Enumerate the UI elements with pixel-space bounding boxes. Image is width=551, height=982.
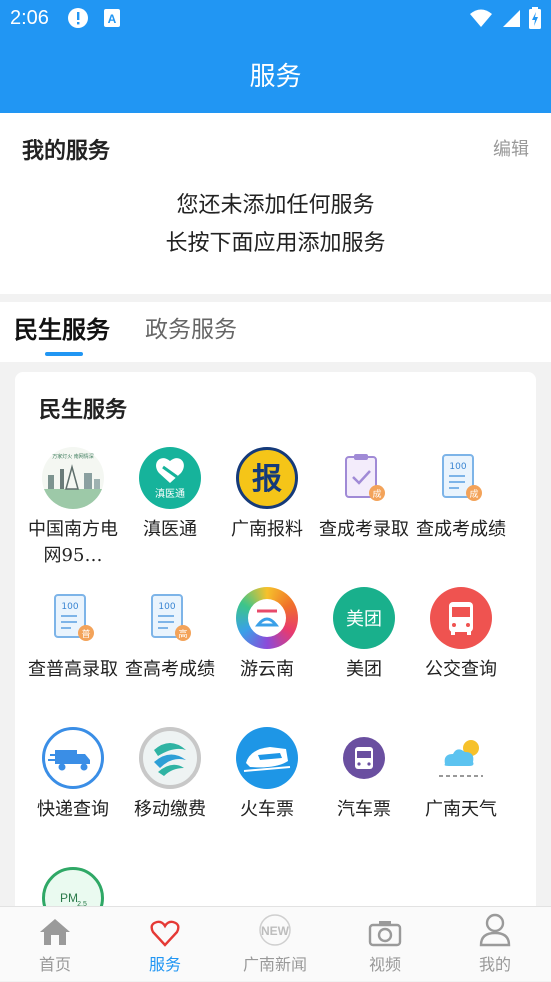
service-item[interactable]: 汽车票 (316, 727, 412, 823)
my-services-title: 我的服务 (22, 139, 111, 164)
nav-label: 视频 (368, 955, 401, 974)
edit-button[interactable]: 编辑 (493, 135, 529, 161)
nav-services[interactable]: 服务 (110, 907, 220, 982)
coach-bus-icon (333, 727, 395, 789)
user-icon (479, 913, 511, 947)
svg-text:PM: PM (60, 891, 78, 905)
app-header: 服务 (0, 36, 551, 113)
bao-icon: 报 (236, 447, 298, 509)
svg-text:NEW: NEW (261, 924, 290, 938)
service-label: 火车票 (240, 799, 294, 820)
nav-label: 首页 (38, 955, 71, 974)
service-item[interactable]: 报 广南报料 (219, 447, 315, 543)
score-sheet-icon: 100 成 (430, 447, 492, 509)
svg-text:普: 普 (81, 628, 90, 640)
svg-text:A: A (108, 12, 117, 26)
you-yunnan-icon (236, 587, 298, 649)
bus-icon (430, 587, 492, 649)
service-tabs: 民生服务 政务服务 (0, 302, 551, 362)
svg-text:100: 100 (449, 462, 466, 472)
delivery-truck-icon (42, 727, 104, 789)
status-time: 2:06 (10, 6, 49, 29)
service-label: 查高考成绩 (125, 659, 215, 680)
service-item[interactable]: 移动缴费 (122, 727, 218, 823)
dian-yi-tong-icon: 滇医通 (139, 447, 201, 509)
nav-mine[interactable]: 我的 (440, 907, 550, 982)
meituan-icon: 美团 (333, 587, 395, 649)
service-item[interactable]: 100 成 查成考成绩 (413, 447, 509, 543)
nav-news[interactable]: NEW 广南新闻 (220, 907, 330, 982)
service-label: 美团 (346, 659, 382, 680)
service-label: 滇医通 (143, 519, 197, 540)
tab-minsheng[interactable]: 民生服务 (14, 310, 110, 345)
nav-video[interactable]: 视频 (330, 907, 440, 982)
service-label: 查普高录取 (28, 659, 118, 680)
camera-icon (368, 921, 402, 947)
service-item[interactable]: 广南天气 (413, 727, 509, 823)
signal-icon (503, 10, 520, 27)
service-item[interactable]: 100 普 查普高录取 (25, 587, 121, 683)
alert-icon (67, 8, 88, 28)
section-title: 民生服务 (39, 398, 128, 423)
nav-home[interactable]: 首页 (0, 907, 110, 982)
service-label: 移动缴费 (134, 799, 206, 820)
service-label: 广南报料 (231, 519, 303, 540)
empty-hint-line1: 您还未添加任何服务 (176, 193, 375, 218)
service-label: 游云南 (240, 659, 294, 680)
service-item[interactable]: 快递查询 (25, 727, 121, 823)
power-grid-icon: 万家灯火 南网情深 (42, 447, 104, 509)
wifi-icon (470, 9, 492, 27)
nav-label: 服务 (148, 955, 181, 974)
score-sheet-icon: 100 普 (42, 587, 104, 649)
svg-text:美团: 美团 (346, 609, 382, 630)
home-icon (40, 919, 70, 945)
service-item[interactable]: 公交查询 (413, 587, 509, 683)
svg-text:高: 高 (178, 628, 187, 640)
empty-hint-line2: 长按下面应用添加服务 (165, 231, 386, 256)
svg-text:100: 100 (61, 602, 78, 612)
tab-zhengwu[interactable]: 政务服务 (145, 310, 237, 344)
svg-text:100: 100 (158, 602, 175, 612)
service-label: 查成考成绩 (416, 519, 506, 540)
svg-text:成: 成 (372, 488, 381, 500)
my-services-panel: 我的服务 编辑 您还未添加任何服务 长按下面应用添加服务 (0, 113, 551, 294)
news-icon: NEW (259, 914, 291, 946)
service-item[interactable]: 100 高 查高考成绩 (122, 587, 218, 683)
weather-icon (430, 727, 492, 789)
service-item[interactable]: 成 查成考录取 (316, 447, 412, 543)
service-item[interactable]: 火车票 (219, 727, 315, 823)
svg-text:万家灯火 南网情深: 万家灯火 南网情深 (52, 453, 94, 460)
status-bar: 2:06 A (0, 0, 551, 36)
services-card: 民生服务 万家灯火 南网情深 中国南方电网95… 滇医通 滇医通 报 广南报料 … (15, 372, 536, 932)
service-item[interactable]: 万家灯火 南网情深 中国南方电网95… (25, 447, 121, 569)
service-label: 中国南方电网95… (28, 519, 118, 566)
nav-label: 广南新闻 (242, 955, 307, 974)
china-mobile-icon (139, 727, 201, 789)
clipboard-check-icon: 成 (333, 447, 395, 509)
service-item[interactable]: 美团 美团 (316, 587, 412, 683)
service-label: 广南天气 (425, 799, 497, 820)
svg-text:报: 报 (252, 462, 282, 497)
nav-label: 我的 (478, 955, 511, 974)
active-tab-indicator (45, 352, 83, 356)
service-label: 查成考录取 (319, 519, 409, 540)
keyboard-a-icon: A (103, 9, 120, 27)
page-title: 服务 (249, 62, 302, 92)
bottom-nav: 首页 服务 NEW 广南新闻 视频 我的 (0, 906, 551, 981)
battery-icon (529, 7, 541, 29)
svg-text:滇医通: 滇医通 (155, 487, 185, 500)
heart-icon (150, 920, 180, 947)
train-icon (236, 727, 298, 789)
service-item[interactable]: 滇医通 滇医通 (122, 447, 218, 543)
service-item[interactable]: 游云南 (219, 587, 315, 683)
service-label: 汽车票 (337, 799, 391, 820)
svg-text:成: 成 (469, 488, 478, 500)
score-sheet-icon: 100 高 (139, 587, 201, 649)
service-label: 快递查询 (37, 799, 109, 820)
service-label: 公交查询 (425, 659, 497, 680)
